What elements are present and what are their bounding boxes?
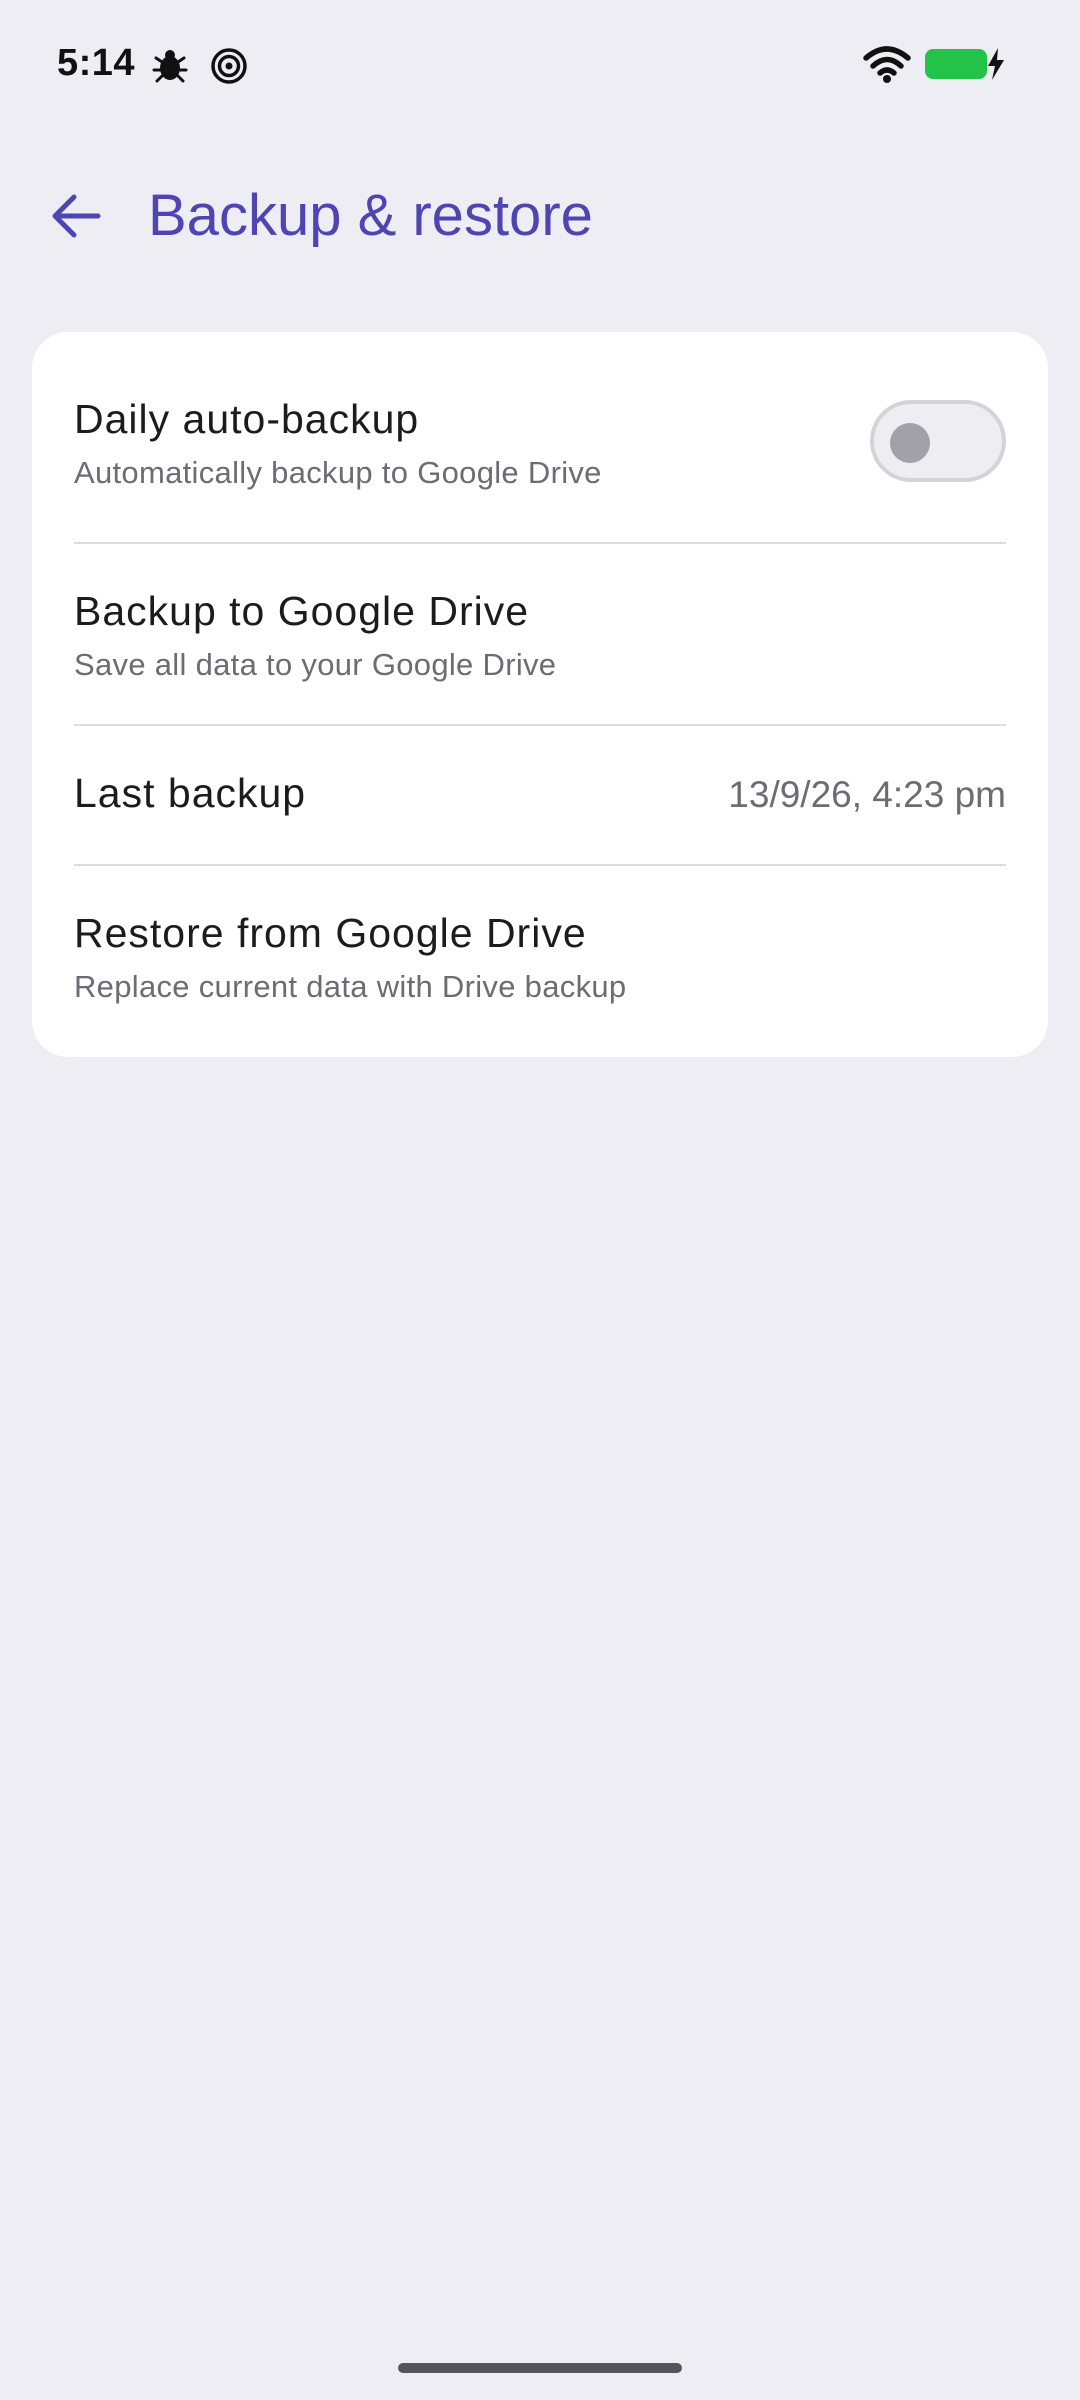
divider	[74, 864, 1006, 866]
backup-to-drive-title: Backup to Google Drive	[74, 588, 530, 634]
divider	[74, 542, 1006, 544]
restore-from-drive-subtitle: Replace current data with Drive backup	[74, 969, 627, 1004]
bug-icon	[150, 46, 190, 86]
daily-auto-backup-title: Daily auto-backup	[74, 396, 420, 442]
backup-to-drive-row[interactable]: Backup to Google Drive Save all data to …	[74, 588, 1006, 708]
status-time: 5:14	[57, 42, 136, 84]
daily-auto-backup-row[interactable]: Daily auto-backup Automatically backup t…	[74, 396, 1006, 516]
last-backup-row: Last backup 13/9/26, 4:23 pm	[74, 770, 1006, 840]
backup-to-drive-subtitle: Save all data to your Google Drive	[74, 647, 557, 682]
back-button[interactable]	[38, 178, 114, 254]
daily-auto-backup-toggle[interactable]	[870, 400, 1006, 482]
page-title: Backup & restore	[148, 183, 593, 248]
screen: 5:14 Backup & restore Daily auto-backup …	[0, 0, 1080, 2400]
restore-from-drive-row[interactable]: Restore from Google Drive Replace curren…	[74, 910, 1006, 1030]
restore-from-drive-title: Restore from Google Drive	[74, 910, 587, 956]
status-bar: 5:14	[0, 0, 1080, 130]
divider	[74, 724, 1006, 726]
wifi-icon	[863, 44, 911, 89]
toggle-knob	[890, 423, 930, 463]
home-indicator[interactable]	[398, 2363, 682, 2373]
settings-card: Daily auto-backup Automatically backup t…	[32, 332, 1048, 1057]
battery-charging-icon	[924, 44, 1008, 89]
spiral-icon	[209, 46, 249, 86]
arrow-left-icon	[52, 194, 101, 238]
last-backup-value: 13/9/26, 4:23 pm	[728, 774, 1006, 815]
daily-auto-backup-subtitle: Automatically backup to Google Drive	[74, 455, 602, 490]
app-bar: Backup & restore	[0, 150, 1080, 280]
